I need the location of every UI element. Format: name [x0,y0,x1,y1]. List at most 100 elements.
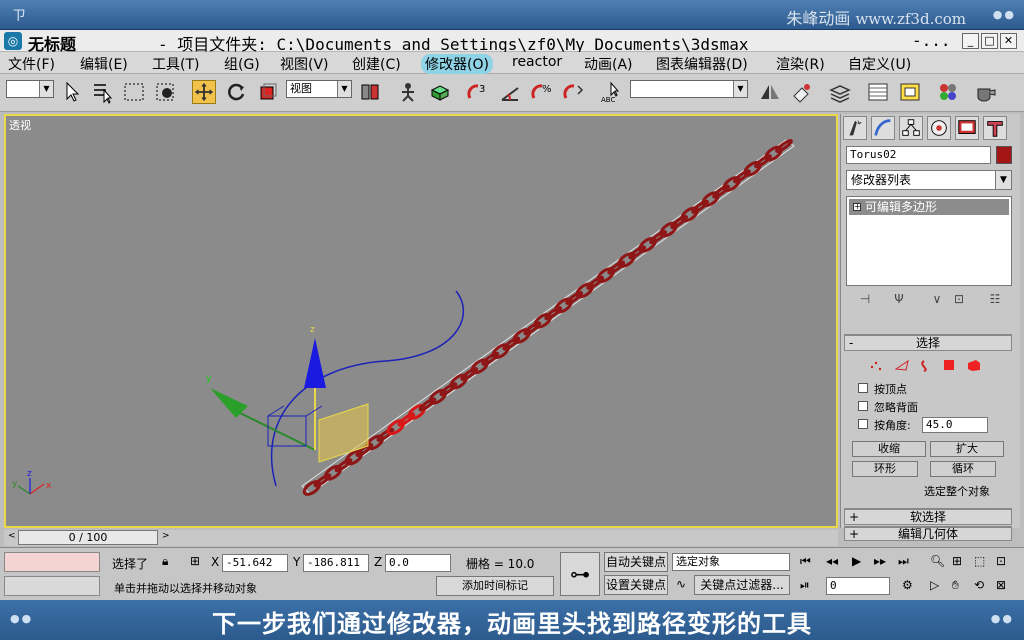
snap-3d-icon[interactable]: 3 [466,80,490,104]
close-button[interactable]: ✕ [1000,33,1017,49]
maxscript-listener-mini[interactable] [4,552,100,572]
zoom-extents-icon[interactable]: ⬚ [974,554,985,568]
3dsmax-app-icon[interactable]: ◎ [4,32,22,50]
object-color-swatch[interactable] [996,146,1012,164]
time-slider-left-arrow[interactable]: < [8,531,16,541]
go-to-end-icon[interactable]: ⏭ [898,554,909,569]
maximize-viewport-icon[interactable]: ⊠ [996,578,1006,592]
set-key-button[interactable]: 设置关键点 [604,575,668,595]
menu-customize[interactable]: 自定义(U) [848,54,911,74]
lock-selection-icon[interactable]: 🔒︎ [162,554,168,569]
angle-snap-icon[interactable] [498,80,522,104]
current-frame-field[interactable]: 0 [826,577,890,595]
modifier-list-dropdown[interactable]: 修改器列表 ▼ [846,170,1012,190]
menu-modifiers[interactable]: 修改器(O) [421,54,493,74]
display-tab-icon[interactable] [955,116,979,140]
named-selection-icon[interactable]: ABC [600,80,624,104]
select-and-manipulate-icon[interactable] [396,80,420,104]
menu-tools[interactable]: 工具(T) [152,54,199,74]
time-slider[interactable]: 0 / 100 [18,530,158,545]
by-angle-checkbox[interactable] [858,419,868,429]
menu-edit[interactable]: 编辑(E) [80,54,128,74]
pan-view-icon[interactable]: ✋︎ [952,578,959,593]
selection-filter-dropdown[interactable]: ▼ [6,80,54,98]
arc-rotate-icon[interactable]: ⟲ [974,578,984,592]
select-by-name-icon[interactable] [90,80,114,104]
menu-graph-editors[interactable]: 图表编辑器(D) [656,54,748,74]
edit-geometry-header[interactable]: + 编辑几何体 [844,527,1012,541]
mirror-icon[interactable] [758,80,782,104]
utilities-tab-icon[interactable] [983,116,1007,140]
make-unique-icon[interactable]: ∨ [928,292,946,308]
motion-tab-icon[interactable] [927,116,951,140]
zoom-all-icon[interactable]: ⊞ [952,554,962,568]
field-of-view-icon[interactable]: ▷ [930,578,939,592]
subobject-level-icons[interactable] [868,357,988,373]
add-time-tag-button[interactable]: 添加时间标记 [436,576,554,596]
rect-select-region-icon[interactable] [122,80,146,104]
pivot-center-icon[interactable] [358,80,382,104]
next-frame-icon[interactable]: ▸▸ [874,554,886,568]
curve-editor-icon[interactable] [866,80,890,104]
layer-manager-icon[interactable] [828,80,852,104]
stack-item-editable-poly[interactable]: + 可编辑多边形 [849,199,1009,215]
ignore-backfacing-checkbox[interactable] [858,401,868,411]
menu-animation[interactable]: 动画(A) [584,54,633,74]
menu-create[interactable]: 创建(C) [352,54,401,74]
render-scene-icon[interactable] [974,80,998,104]
maxscript-listener-output[interactable] [4,576,100,596]
angle-value-field[interactable]: 45.0 [922,417,988,433]
select-arrow-icon[interactable] [60,80,84,104]
time-slider-right-arrow[interactable]: > [162,531,170,541]
menu-rendering[interactable]: 渲染(R) [776,54,825,74]
pin-stack-icon[interactable]: ⊣ [856,292,874,308]
z-coordinate-field[interactable]: 0.0 [385,554,451,572]
material-editor-icon[interactable] [936,80,960,104]
modify-tab-icon[interactable] [871,116,895,140]
set-key-icon[interactable]: ⊶ [560,552,600,596]
grow-button[interactable]: 扩大 [930,441,1004,457]
align-icon[interactable] [790,80,814,104]
maximize-button[interactable]: □ [981,33,998,49]
spinner-snap-icon[interactable] [562,80,586,104]
zoom-extents-all-icon[interactable]: ⊡ [996,554,1006,568]
key-filters-icon[interactable]: ∿ [676,577,686,591]
go-to-start-icon[interactable]: ⏮ [800,554,811,569]
perspective-viewport[interactable]: 透视 y z x z y [4,114,838,528]
auto-key-button[interactable]: 自动关键点 [604,552,668,572]
y-coordinate-field[interactable]: -186.811 [303,554,369,572]
show-end-result-icon[interactable]: Ψ [890,292,908,308]
object-name-field[interactable]: Torus02 [846,146,991,164]
window-crossing-icon[interactable] [154,80,178,104]
schematic-view-icon[interactable] [898,80,922,104]
keyboard-shortcut-override-icon[interactable] [428,80,452,104]
configure-modifier-sets-icon[interactable]: ☷ [986,292,1004,308]
key-filter-selected-dropdown[interactable]: 选定对象 [672,553,790,571]
ring-button[interactable]: 环形 [852,461,918,477]
previous-frame-icon[interactable]: ◂◂ [826,554,838,568]
remove-modifier-icon[interactable]: ⊡ [950,292,968,308]
create-tab-icon[interactable] [843,116,867,140]
minimize-button[interactable]: _ [962,33,979,49]
play-icon[interactable]: ▶ [852,554,861,568]
key-filters-button[interactable]: 关键点过滤器... [694,575,790,595]
loop-button[interactable]: 循环 [930,461,996,477]
soft-selection-header[interactable]: + 软选择 [844,509,1012,525]
key-mode-toggle-icon[interactable]: ⏯ [800,578,810,593]
select-and-move-icon[interactable] [192,80,216,104]
reference-coord-dropdown[interactable]: 视图 ▼ [286,80,352,98]
select-and-rotate-icon[interactable] [224,80,248,104]
absolute-mode-icon[interactable]: ⊞ [190,554,200,568]
hierarchy-tab-icon[interactable] [899,116,923,140]
time-config-icon[interactable]: ⚙ [902,578,913,592]
named-selection-dropdown[interactable]: ▼ [630,80,748,98]
by-vertex-checkbox[interactable] [858,383,868,393]
menu-group[interactable]: 组(G) [224,54,260,74]
select-and-scale-icon[interactable] [256,80,280,104]
menu-reactor[interactable]: reactor [512,54,562,70]
expand-plus-icon[interactable]: + [853,203,861,211]
x-coordinate-field[interactable]: -51.642 [222,554,288,572]
zoom-icon[interactable]: 🔍︎ [930,554,945,568]
menu-file[interactable]: 文件(F) [8,54,55,74]
shrink-button[interactable]: 收缩 [852,441,926,457]
